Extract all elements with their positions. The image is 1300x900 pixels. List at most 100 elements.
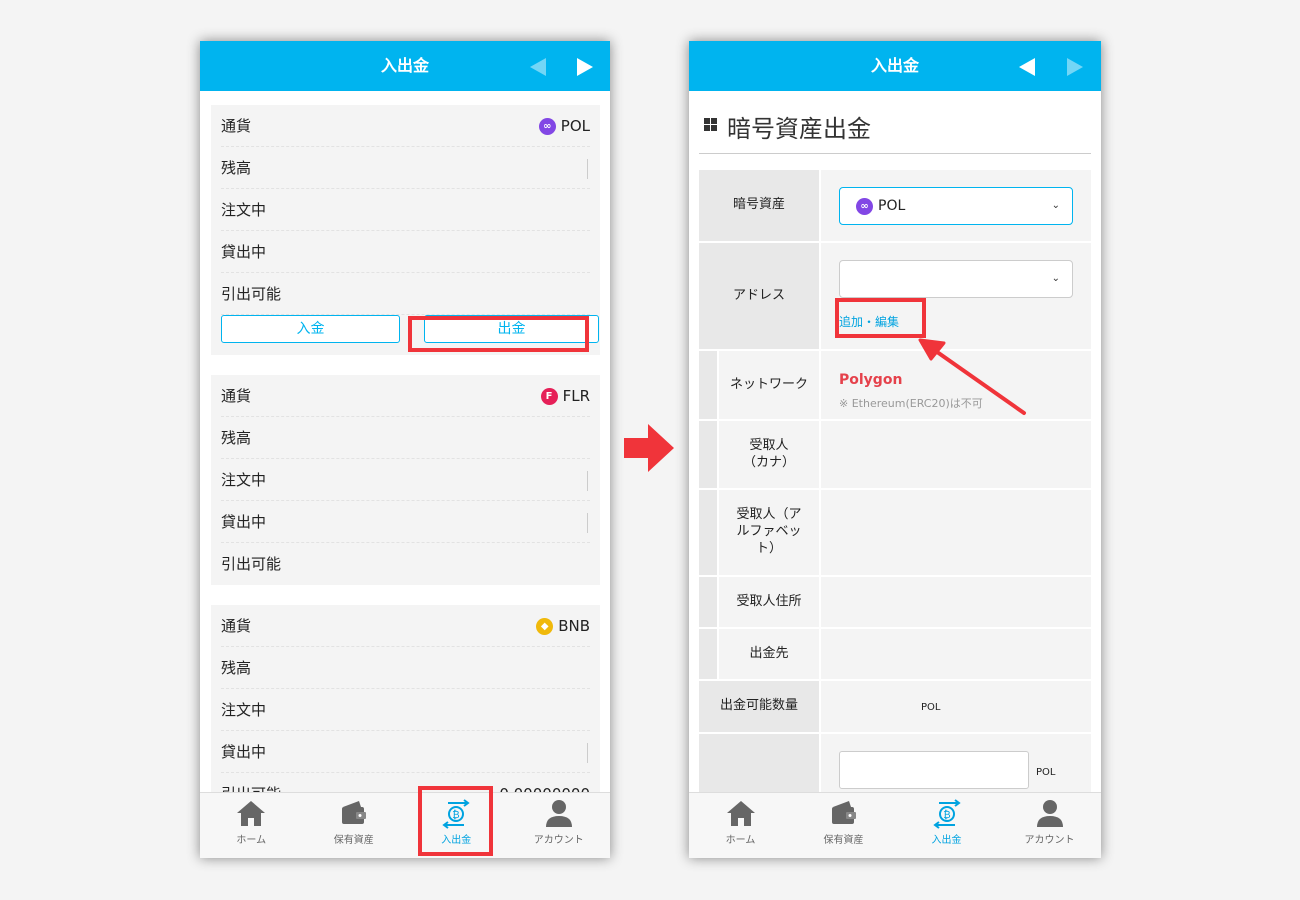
recipient-kana-row: 受取人（カナ） xyxy=(699,421,1091,490)
row-label: 注文中 xyxy=(221,701,267,719)
ordering-row: 注文中 xyxy=(221,189,590,231)
currency-label: 通貨 xyxy=(221,387,252,405)
home-icon xyxy=(726,801,755,826)
chevron-down-icon: ⌄ xyxy=(1051,200,1060,211)
indent-strip xyxy=(699,490,717,575)
coin-symbol: FLR xyxy=(562,387,590,405)
tab-label: アカウント xyxy=(1024,835,1075,846)
available-cell: POL xyxy=(819,681,1091,732)
flow-arrow-icon xyxy=(624,424,674,472)
recipient-address-label: 受取人住所 xyxy=(719,577,819,627)
tab-home[interactable]: ホーム xyxy=(200,793,303,858)
tab-label: 保有資産 xyxy=(333,835,374,846)
header-title: 入出金 xyxy=(870,56,919,75)
row-label: 引出可能 xyxy=(221,773,281,792)
address-select[interactable]: ⌄ xyxy=(839,260,1073,298)
next-arrow-icon[interactable] xyxy=(577,58,593,76)
tab-assets[interactable]: 保有資産 xyxy=(792,793,895,858)
withdrawable-value: 0.00000000 xyxy=(499,773,590,792)
withdrawable-row: 引出可能 xyxy=(221,543,590,585)
chevron-down-icon: ⌄ xyxy=(1051,273,1060,284)
account-icon xyxy=(1036,800,1063,827)
deposit-button[interactable]: 入金 xyxy=(221,315,400,343)
edit-link-highlight xyxy=(835,298,926,338)
recipient-address-cell xyxy=(819,577,1091,627)
recipient-kana-label: 受取人（カナ） xyxy=(719,421,819,488)
withdrawable-row: 引出可能 0.00000000 xyxy=(221,773,590,792)
balance-row: 残高 xyxy=(221,647,590,689)
available-unit: POL xyxy=(921,702,941,713)
value-divider xyxy=(587,159,588,179)
destination-cell xyxy=(819,629,1091,679)
withdraw-highlight xyxy=(408,316,589,352)
destination-label: 出金先 xyxy=(719,629,819,679)
currency-row: 通貨 ◆ BNB xyxy=(221,605,590,647)
row-label: 貸出中 xyxy=(221,243,267,261)
tab-label: 保有資産 xyxy=(823,835,864,846)
lending-row: 貸出中 xyxy=(221,731,590,773)
tab-highlight xyxy=(418,786,493,856)
asset-select-value: ∞ POL xyxy=(856,188,905,224)
tab-label: ホーム xyxy=(725,835,756,846)
wallet-icon xyxy=(831,801,856,824)
polygon-icon: ∞ xyxy=(856,197,873,215)
prev-arrow-icon[interactable] xyxy=(530,58,546,76)
lending-row: 貸出中 xyxy=(221,231,590,273)
indent-strip xyxy=(699,351,717,419)
tab-bar: ホーム 保有資産 ₿ 入出金 アカウント xyxy=(200,792,610,858)
tab-account[interactable]: アカウント xyxy=(998,793,1101,858)
available-row: 出金可能数量 POL xyxy=(699,681,1091,734)
recipient-address-row: 受取人住所 xyxy=(699,577,1091,629)
wallet-icon xyxy=(341,801,366,824)
indent-strip xyxy=(699,421,717,488)
next-arrow-icon[interactable] xyxy=(1067,58,1083,76)
title-divider xyxy=(699,153,1091,154)
network-cell: Polygon ※ Ethereum(ERC20)は不可 xyxy=(819,351,1091,419)
available-label: 出金可能数量 xyxy=(699,681,819,732)
tab-bar: ホーム 保有資産 ₿ 入出金 アカウント xyxy=(689,792,1101,858)
tab-account[interactable]: アカウント xyxy=(508,793,611,858)
page-title: 暗号資産出金 xyxy=(727,115,871,143)
recipient-alpha-label: 受取人（アルファベット） xyxy=(719,490,819,575)
balance-row: 残高 xyxy=(221,417,590,459)
prev-arrow-icon[interactable] xyxy=(1019,58,1035,76)
row-label: 引出可能 xyxy=(221,555,282,573)
home-icon xyxy=(237,801,266,826)
amount-unit: POL xyxy=(1036,767,1056,778)
ordering-row: 注文中 xyxy=(221,459,590,501)
asset-label: 暗号資産 xyxy=(699,170,819,241)
svg-text:₿: ₿ xyxy=(943,809,950,821)
coin-badge: ∞ POL xyxy=(538,105,590,147)
address-label: アドレス xyxy=(699,243,819,349)
tab-deposit-withdraw[interactable]: ₿ 入出金 xyxy=(895,793,998,858)
amount-input[interactable] xyxy=(839,751,1029,789)
tab-assets[interactable]: 保有資産 xyxy=(303,793,406,858)
amount-cell: POL xyxy=(819,734,1091,792)
currency-label: 通貨 xyxy=(221,617,252,635)
recipient-kana-cell xyxy=(819,421,1091,488)
network-note: ※ Ethereum(ERC20)は不可 xyxy=(839,397,983,410)
tab-label: 入出金 xyxy=(931,835,962,846)
lending-row: 貸出中 xyxy=(221,501,590,543)
asset-cell: ∞ POL ⌄ xyxy=(819,170,1091,241)
value-divider xyxy=(587,513,588,533)
value-divider xyxy=(587,743,588,763)
deposit-withdraw-screen: 入出金 通貨 ∞ POL 残高 注文中 貸出中 引出可能 入金 出金 通貨 F … xyxy=(200,41,610,858)
amount-label-cell xyxy=(699,734,819,792)
coin-symbol: BNB xyxy=(558,617,590,635)
row-label: 注文中 xyxy=(221,201,267,219)
flare-icon: F xyxy=(540,387,558,405)
ordering-row: 注文中 xyxy=(221,689,590,731)
row-label: 残高 xyxy=(221,159,252,177)
currency-card-bnb: 通貨 ◆ BNB 残高 注文中 貸出中 引出可能 0.00000000 xyxy=(211,605,600,792)
recipient-alpha-cell xyxy=(819,490,1091,575)
row-label: 残高 xyxy=(221,659,252,677)
asset-select[interactable]: ∞ POL ⌄ xyxy=(839,187,1073,225)
app-header: 入出金 xyxy=(689,41,1101,91)
indent-strip xyxy=(699,577,717,627)
asset-row: 暗号資産 ∞ POL ⌄ xyxy=(699,170,1091,243)
currency-label: 通貨 xyxy=(221,117,252,135)
tab-home[interactable]: ホーム xyxy=(689,793,792,858)
network-row: ネットワーク Polygon ※ Ethereum(ERC20)は不可 xyxy=(699,351,1091,421)
coin-badge: F FLR xyxy=(540,375,590,417)
